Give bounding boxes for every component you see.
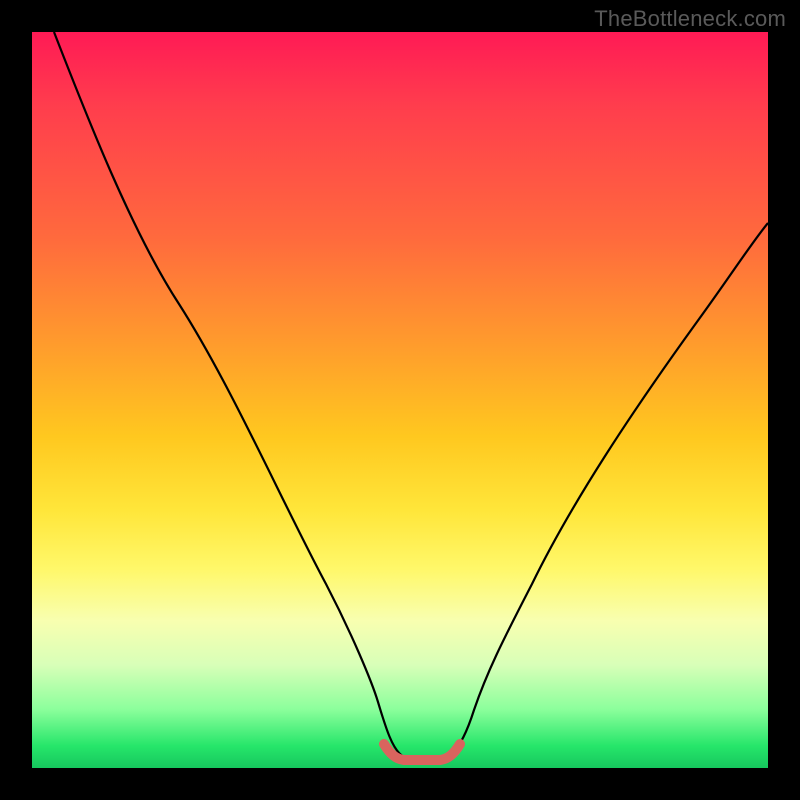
watermark-text: TheBottleneck.com (594, 6, 786, 32)
chart-frame: TheBottleneck.com (0, 0, 800, 800)
chart-svg (32, 32, 768, 768)
bottleneck-curve (54, 32, 768, 762)
plot-area (32, 32, 768, 768)
